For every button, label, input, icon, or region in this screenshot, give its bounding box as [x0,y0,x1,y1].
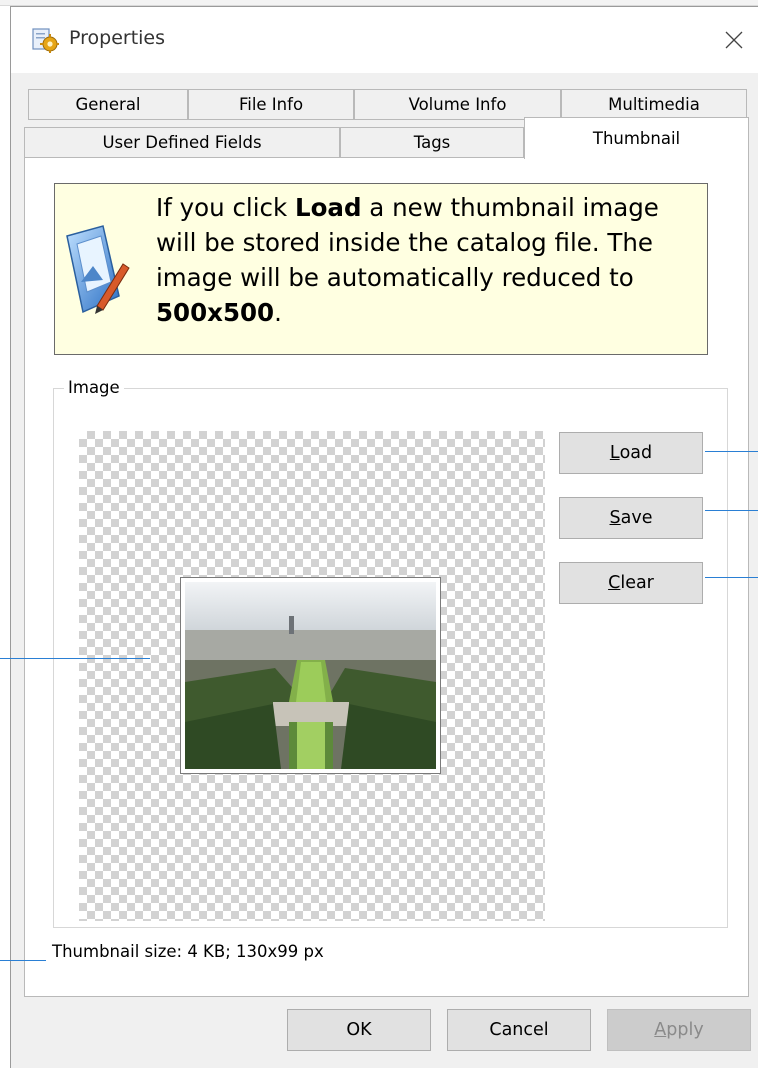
close-icon [725,31,743,49]
info-load-keyword: Load [294,193,362,222]
apply-button[interactable]: Apply [607,1009,751,1051]
info-size-value: 500x500 [156,298,275,327]
window-title: Properties [69,27,166,49]
thumbnail-size-status: Thumbnail size: 4 KB; 130x99 px [52,942,324,961]
callout-line-save [705,510,758,511]
ok-button[interactable]: OK [287,1009,431,1051]
clear-button[interactable]: Clear [559,562,703,604]
callout-line-image [0,658,150,659]
callout-line-load [705,451,758,452]
tab-tags[interactable]: Tags [340,127,524,158]
image-group-label: Image [64,378,124,397]
info-box: If you click Load a new thumbnail image … [54,183,708,355]
cityscape-photo [185,582,436,769]
tab-thumbnail[interactable]: Thumbnail [524,117,749,159]
title-bar: Properties [11,7,758,73]
tab-volume-info[interactable]: Volume Info [354,89,561,120]
properties-dialog: Properties General File Info Volume Info… [10,6,758,1068]
save-button[interactable]: Save [559,497,703,539]
thumbnail-image [180,577,441,774]
thumbnail-preview-area [79,431,545,921]
picture-edit-icon [66,225,130,314]
properties-app-icon [32,28,59,53]
load-button[interactable]: Load [559,432,703,474]
info-text: If you click Load a new thumbnail image … [156,193,659,327]
callout-line-clear [705,577,758,578]
tab-user-defined-fields[interactable]: User Defined Fields [24,127,340,158]
callout-line-status [0,960,46,961]
cancel-button[interactable]: Cancel [447,1009,591,1051]
tab-file-info[interactable]: File Info [188,89,354,120]
close-button[interactable] [711,17,757,63]
tab-multimedia[interactable]: Multimedia [561,89,747,120]
tab-general[interactable]: General [28,89,188,120]
